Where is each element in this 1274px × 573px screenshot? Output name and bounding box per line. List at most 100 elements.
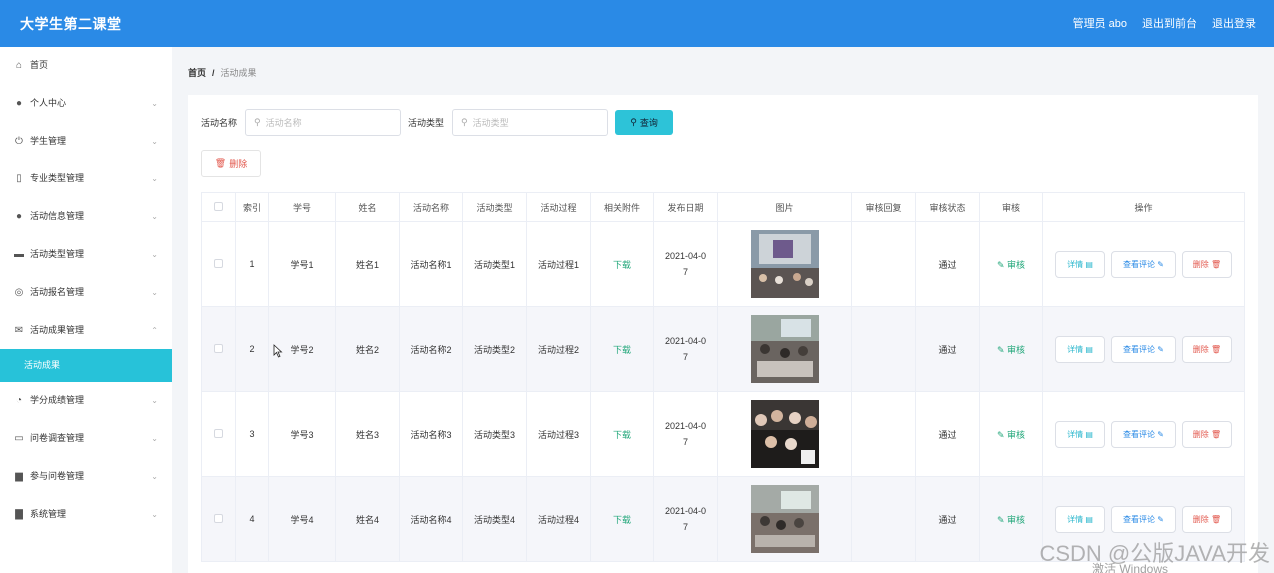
query-button[interactable]: ⚲ 查询 [615,110,674,135]
detail-button[interactable]: 详情 ▤ [1055,505,1105,533]
name-cell: 姓名3 [335,391,400,477]
download-link[interactable]: 下载 [613,515,631,525]
date-part: 2021-04-0 [664,251,707,261]
audit-link[interactable]: ✎ 审核 [997,515,1025,525]
speed-icon: ◔ [15,395,23,407]
download-link[interactable]: 下载 [613,430,631,440]
delete-button[interactable]: 删除 🗑 [1182,250,1232,278]
activity-process-cell: 活动过程1 [526,221,591,307]
activity-photo[interactable] [750,485,819,553]
sidebar-item-label: 个人中心 [30,97,67,108]
activity-type-cell: 活动类型2 [462,306,527,392]
pin-icon: ● [15,211,23,223]
sidebar-item-label: 首页 [30,60,49,70]
column-header: 活动过程 [526,192,591,222]
sidebar-item-activity-info[interactable]: ● 活动信息管理 ⌄ [0,198,172,236]
table-header-row: 索引 学号 姓名 活动名称 活动类型 活动过程 相关附件 发布日期 图片 审核回… [201,192,1245,222]
row-checkbox[interactable] [214,513,223,523]
activity-photo[interactable] [750,230,819,298]
chat-icon: ▭ [14,433,24,445]
user-icon: ● [15,97,23,109]
content-panel: 活动名称 ⚲ 活动名称 活动类型 ⚲ 活动类型 ⚲ 查询 🗑 删除 索引 学号 … [188,95,1258,573]
sidebar-item-home[interactable]: ⌂ 首页 [0,47,172,85]
select-all-checkbox[interactable] [214,201,223,211]
windows-activation-text: 激活 Windows [1092,562,1169,573]
delete-button[interactable]: 删除 🗑 [1182,335,1232,363]
detail-button[interactable]: 详情 ▤ [1055,250,1105,278]
download-link[interactable]: 下载 [613,260,631,270]
activity-type-input[interactable]: ⚲ 活动类型 [452,109,609,136]
sidebar-item-activity-results[interactable]: ✉ 活动成果管理 ⌃ [0,312,172,350]
audit-link[interactable]: ✎ 审核 [997,345,1025,355]
sidebar-subitem-activity-results[interactable]: 活动成果 [0,349,172,383]
delete-button[interactable]: 删除 🗑 [1182,420,1232,448]
sidebar-item-surveys[interactable]: ▭ 问卷调查管理 ⌄ [0,420,172,458]
activity-name-input[interactable]: ⚲ 活动名称 [245,109,402,136]
detail-button[interactable]: 详情 ▤ [1055,335,1105,363]
column-header: 审核状态 [915,192,980,222]
row-checkbox[interactable] [214,428,223,438]
activity-name-placeholder: 活动名称 [265,118,302,128]
delete-button[interactable]: 删除 🗑 [1182,505,1232,533]
view-comments-button[interactable]: 查看评论 ✎ [1111,420,1176,448]
sidebar-item-personal-center[interactable]: ● 个人中心 ⌄ [0,85,172,123]
select-all-cell [201,192,236,222]
edit-icon: ✎ [996,344,1008,355]
name-cell: 姓名4 [335,476,400,562]
view-comments-button[interactable]: 查看评论 ✎ [1111,250,1176,278]
audit-status-cell: 通过 [915,306,980,392]
sidebar-item-major-types[interactable]: ▯ 专业类型管理 ⌄ [0,160,172,198]
breadcrumb-home[interactable]: 首页 [188,68,206,78]
sidebar-item-label: 学分成绩管理 [30,395,85,406]
name-cell: 姓名2 [335,306,400,392]
student-id-cell: 学号3 [268,391,336,477]
view-comments-button[interactable]: 查看评论 ✎ [1111,505,1176,533]
admin-user-label: 管理员 abo [1072,18,1127,30]
sidebar-item-credits[interactable]: ◔ 学分成绩管理 ⌄ [0,382,172,420]
sidebar-item-system[interactable]: ▇ 系统管理 ⌄ [0,496,172,534]
column-header: 图片 [717,192,852,222]
view-comments-button[interactable]: 查看评论 ✎ [1111,335,1176,363]
date-part: 2021-04-0 [664,421,707,431]
detail-button[interactable]: 详情 ▤ [1055,420,1105,448]
printer-icon: ▆ [15,470,23,482]
exit-to-front-link[interactable]: 退出到前台 [1142,15,1197,31]
edit-icon: ✎ [1155,429,1164,439]
audit-link[interactable]: ✎ 审核 [997,430,1025,440]
column-header: 审核 [979,192,1043,222]
sidebar-item-activity-types[interactable]: ▬ 活动类型管理 ⌄ [0,236,172,274]
photo-cell [717,391,852,477]
mail-icon: ✉ [14,324,24,336]
activity-name-cell: 活动名称4 [399,476,463,562]
sidebar-item-survey-participation[interactable]: ▆ 参与问卷管理 ⌄ [0,458,172,496]
delete-label: 删除 [1192,259,1209,269]
audit-status-cell: 通过 [915,391,980,477]
batch-delete-button[interactable]: 🗑 删除 [201,150,261,177]
logout-link[interactable]: 退出登录 [1212,15,1256,31]
activity-type-cell: 活动类型1 [462,221,527,307]
header-actions: 管理员 abo 退出到前台 退出登录 [1073,15,1256,31]
date-part: 7 [682,352,688,362]
sidebar-item-students[interactable]: ⏻ 学生管理 ⌄ [0,123,172,161]
search-icon: ⚲ [254,117,261,127]
activity-photo[interactable] [750,400,819,468]
chevron-down-icon: ⌄ [151,249,158,259]
audit-reply-cell [851,391,916,477]
download-link[interactable]: 下载 [613,345,631,355]
batch-delete-label: 删除 [229,159,248,169]
photo-cell [717,306,852,392]
detail-label: 详情 [1067,259,1084,269]
audit-label: 审核 [1007,259,1026,270]
row-checkbox[interactable] [214,258,223,268]
top-header: 大学生第二课堂 管理员 abo 退出到前台 退出登录 [0,0,1274,47]
delete-label: 删除 [1192,514,1209,524]
activity-photo[interactable] [750,315,819,383]
date-part: 2021-04-0 [664,506,707,516]
sidebar-item-activity-signup[interactable]: ◎ 活动报名管理 ⌄ [0,274,172,312]
audit-status-cell: 通过 [915,476,980,562]
audit-link[interactable]: ✎ 审核 [997,260,1025,270]
row-checkbox[interactable] [214,343,223,353]
edit-icon: ✎ [1155,259,1164,269]
index-cell: 4 [235,476,269,562]
sidebar-item-label: 活动成果管理 [30,324,85,335]
